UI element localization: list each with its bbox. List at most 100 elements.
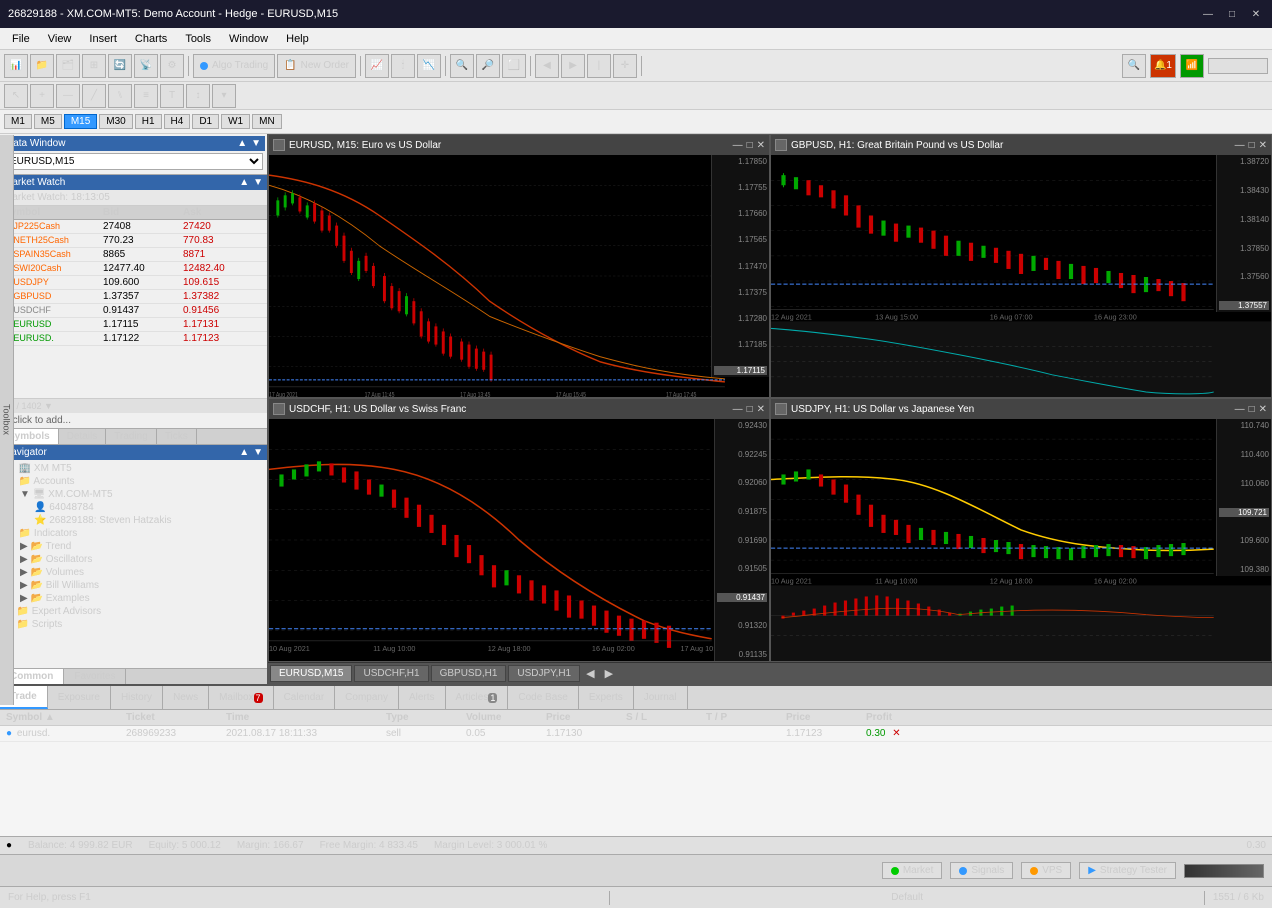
- toolbar-connected[interactable]: 📶: [1180, 54, 1204, 78]
- mw-tab-trading[interactable]: Trading: [106, 429, 157, 444]
- chart-tab-eurusd[interactable]: EURUSD,M15: [270, 665, 352, 682]
- tf-m1[interactable]: M1: [4, 114, 32, 129]
- nav-scroll-down[interactable]: ▼: [253, 447, 263, 458]
- side-toolbox[interactable]: Toolbox: [0, 135, 14, 705]
- toolbar-slider[interactable]: [1208, 58, 1268, 74]
- bottom-tab-history[interactable]: History: [111, 686, 163, 709]
- mw-add-label[interactable]: + click to add...: [0, 413, 267, 428]
- toolbar-scroll-right[interactable]: ▶: [561, 54, 585, 78]
- toolbar-period-sep[interactable]: |: [587, 54, 611, 78]
- toolbar-refresh[interactable]: 🔄: [108, 54, 132, 78]
- bottom-tab-exposure[interactable]: Exposure: [48, 686, 111, 709]
- menu-tools[interactable]: Tools: [177, 31, 219, 47]
- chart2-body[interactable]: 12 Aug 2021 13 Aug 15:00 16 Aug 07:00 16…: [771, 155, 1271, 397]
- toolbar-chart-candle[interactable]: 🕯: [391, 54, 415, 78]
- tf-m5[interactable]: M5: [34, 114, 62, 129]
- nav-item-subfolder[interactable]: ▶ 📂 Examples: [2, 592, 265, 605]
- data-window-scroll-up[interactable]: ▲: [237, 138, 247, 149]
- bottom-tab-mailbox[interactable]: Mailbox 7: [209, 686, 273, 709]
- chart2-close[interactable]: ✕: [1259, 140, 1267, 151]
- bottom-tab-journal[interactable]: Journal: [634, 686, 688, 709]
- mw-scroll-down[interactable]: ▼: [253, 177, 263, 188]
- algo-trading-button[interactable]: Algo Trading: [193, 54, 275, 78]
- nav-item-subfolder[interactable]: ▶ 📂 Bill Williams: [2, 579, 265, 592]
- toolbar-fit[interactable]: ⬜: [502, 54, 526, 78]
- mw-scroll-up[interactable]: ▲: [239, 177, 249, 188]
- chart1-close[interactable]: ✕: [757, 140, 765, 151]
- chart-tab-gbpusd[interactable]: GBPUSD,H1: [431, 665, 507, 682]
- nav-item-subfolder[interactable]: ▶ 📂 Trend: [2, 540, 265, 553]
- nav-scroll-up[interactable]: ▲: [239, 447, 249, 458]
- menu-view[interactable]: View: [40, 31, 80, 47]
- market-watch-row[interactable]: ◆ USDJPY 109.600 109.615: [0, 276, 267, 290]
- chart-tab-scroll-right[interactable]: ▶: [601, 665, 617, 682]
- toolbar-chart-bar[interactable]: 📈: [365, 54, 389, 78]
- menu-charts[interactable]: Charts: [127, 31, 175, 47]
- menu-insert[interactable]: Insert: [81, 31, 125, 47]
- tf-w1[interactable]: W1: [221, 114, 250, 129]
- tf-m15[interactable]: M15: [64, 114, 97, 129]
- market-watch-row[interactable]: ◆ GBPUSD 1.37357 1.37382: [0, 290, 267, 304]
- td-close-button[interactable]: ✕: [892, 728, 900, 739]
- draw-channels[interactable]: ≡: [134, 84, 158, 108]
- chart-gbpusd-h1[interactable]: GBPUSD, H1: Great Britain Pound vs US Do…: [770, 134, 1272, 398]
- bottom-tab-alerts[interactable]: Alerts: [399, 686, 446, 709]
- market-button[interactable]: Market: [882, 862, 943, 879]
- chart1-body[interactable]: 17 Aug 2021 17 Aug 11:45 17 Aug 13:45 17…: [269, 155, 769, 397]
- chart1-maximize[interactable]: □: [747, 140, 753, 151]
- chart4-maximize[interactable]: □: [1249, 404, 1255, 415]
- tf-h1[interactable]: H1: [135, 114, 162, 129]
- nav-item-folder[interactable]: ▼ 📁 Indicators: [2, 527, 265, 540]
- tf-m30[interactable]: M30: [99, 114, 132, 129]
- toolbar-settings[interactable]: ⚙: [160, 54, 184, 78]
- chart-tab-usdchf[interactable]: USDCHF,H1: [354, 665, 428, 682]
- minimize-button[interactable]: —: [1200, 6, 1216, 22]
- chart-tab-usdjpy[interactable]: USDJPY,H1: [508, 665, 580, 682]
- draw-line-h[interactable]: —: [56, 84, 80, 108]
- chart3-maximize[interactable]: □: [747, 404, 753, 415]
- signals-button[interactable]: Signals: [950, 862, 1013, 879]
- draw-crosshair[interactable]: +: [30, 84, 54, 108]
- vps-button[interactable]: VPS: [1021, 862, 1071, 879]
- toolbar-search[interactable]: 🔍: [1122, 54, 1146, 78]
- bottom-tab-experts[interactable]: Experts: [579, 686, 634, 709]
- draw-line-d[interactable]: ╱: [82, 84, 106, 108]
- bottom-tab-company[interactable]: Company: [335, 686, 399, 709]
- market-watch-row[interactable]: ◆ USDCHF 0.91437 0.91456: [0, 304, 267, 318]
- chart1-minimize[interactable]: —: [733, 140, 743, 151]
- chart-usdchf-h1[interactable]: USDCHF, H1: US Dollar vs Swiss Franc — □…: [268, 398, 770, 662]
- market-watch-row[interactable]: ◆ EURUSD 1.17115 1.17131: [0, 318, 267, 332]
- chart2-maximize[interactable]: □: [1249, 140, 1255, 151]
- market-watch-row[interactable]: ◆ NETH25Cash 770.23 770.83: [0, 234, 267, 248]
- nav-tab-favorites[interactable]: Favorites: [64, 669, 126, 684]
- nav-item-folder[interactable]: ▶ 📁 Scripts: [2, 618, 265, 631]
- bottom-tab-calendar[interactable]: Calendar: [274, 686, 336, 709]
- new-order-button[interactable]: 📋 New Order: [277, 54, 356, 78]
- toolbar-profiles[interactable]: 🗂: [56, 54, 80, 78]
- market-watch-row[interactable]: ◆ JP225Cash 27408 27420: [0, 220, 267, 234]
- tf-h4[interactable]: H4: [164, 114, 191, 129]
- draw-cursor[interactable]: ↖: [4, 84, 28, 108]
- menu-window[interactable]: Window: [221, 31, 276, 47]
- data-window-symbol-select[interactable]: EURUSD,M15: [4, 153, 263, 170]
- chart3-close[interactable]: ✕: [757, 404, 765, 415]
- toolbar-chart-line[interactable]: 📉: [417, 54, 441, 78]
- mw-tab-details[interactable]: Details: [59, 429, 107, 444]
- toolbar-scroll-left[interactable]: ◀: [535, 54, 559, 78]
- nav-item-folder[interactable]: ▼ 📁 Accounts: [2, 475, 265, 488]
- market-watch-row[interactable]: ◆ EURUSD. 1.17122 1.17123: [0, 332, 267, 346]
- bottom-tab-articles[interactable]: Articles 1: [446, 686, 509, 709]
- market-watch-row[interactable]: ◆ SPAIN35Cash 8865 8871: [0, 248, 267, 262]
- draw-more[interactable]: ▾: [212, 84, 236, 108]
- chart-usdjpy-h1[interactable]: USDJPY, H1: US Dollar vs Japanese Yen — …: [770, 398, 1272, 662]
- toolbar-new-chart[interactable]: 📊: [4, 54, 28, 78]
- draw-arrows[interactable]: ↕: [186, 84, 210, 108]
- toolbar-connect[interactable]: 📡: [134, 54, 158, 78]
- chart4-minimize[interactable]: —: [1235, 404, 1245, 415]
- chart-tab-scroll-left[interactable]: ◀: [582, 665, 598, 682]
- nav-item-server[interactable]: ▼ 🖥 XM.COM-MT5: [2, 488, 265, 501]
- chart-eurusd-m15[interactable]: EURUSD, M15: Euro vs US Dollar — □ ✕: [268, 134, 770, 398]
- toolbar-grid[interactable]: ⊞: [82, 54, 106, 78]
- data-window-scroll-down[interactable]: ▼: [251, 138, 261, 149]
- maximize-button[interactable]: □: [1224, 6, 1240, 22]
